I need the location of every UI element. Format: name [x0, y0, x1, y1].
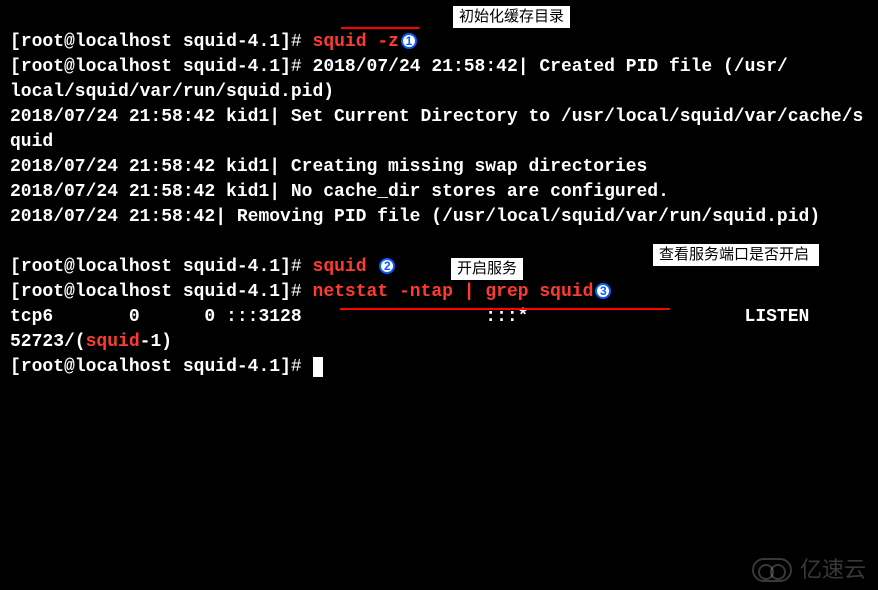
- underline-2: [340, 308, 670, 310]
- prompt: [root@localhost squid-4.1]#: [10, 257, 313, 277]
- prompt: [root@localhost squid-4.1]#: [10, 32, 313, 52]
- prompt: [root@localhost squid-4.1]#: [10, 57, 313, 77]
- output-creating: 2018/07/24 21:58:42 kid1| Creating missi…: [10, 157, 647, 177]
- watermark-logo-icon: [752, 558, 792, 582]
- prompt: [root@localhost squid-4.1]#: [10, 357, 313, 377]
- watermark: 亿速云: [752, 557, 866, 582]
- watermark-text: 亿速云: [800, 557, 866, 582]
- output-pid-created: 2018/07/24 21:58:42| Created PID file (/…: [313, 57, 788, 77]
- annotation-label-3: 查看服务端口是否开启: [651, 242, 821, 268]
- underline-1: [341, 27, 419, 29]
- command-netstat: netstat -ntap | grep squid: [313, 282, 594, 302]
- command-squid: squid: [313, 257, 367, 277]
- prompt: [root@localhost squid-4.1]#: [10, 282, 313, 302]
- annotation-bullet-1: 1: [401, 33, 417, 49]
- annotation-label-1: 初始化缓存目录: [451, 4, 572, 30]
- annotation-bullet-3: 3: [595, 283, 611, 299]
- output-nocache: 2018/07/24 21:58:42 kid1| No cache_dir s…: [10, 182, 669, 202]
- command-squid-z: squid -z: [313, 32, 399, 52]
- output-setdir: 2018/07/24 21:58:42 kid1| Set Current Di…: [10, 107, 863, 152]
- output-pid-created-cont: local/squid/var/run/squid.pid): [10, 82, 334, 102]
- cursor[interactable]: [313, 357, 323, 377]
- output-netstat: tcp6 0 0 :::3128 :::* LISTEN 52723/(squi…: [10, 307, 874, 352]
- annotation-label-2: 开启服务: [449, 256, 525, 282]
- terminal-output[interactable]: [root@localhost squid-4.1]# squid -z1 [r…: [10, 5, 868, 380]
- output-removing: 2018/07/24 21:58:42| Removing PID file (…: [10, 207, 820, 227]
- annotation-bullet-2: 2: [379, 258, 395, 274]
